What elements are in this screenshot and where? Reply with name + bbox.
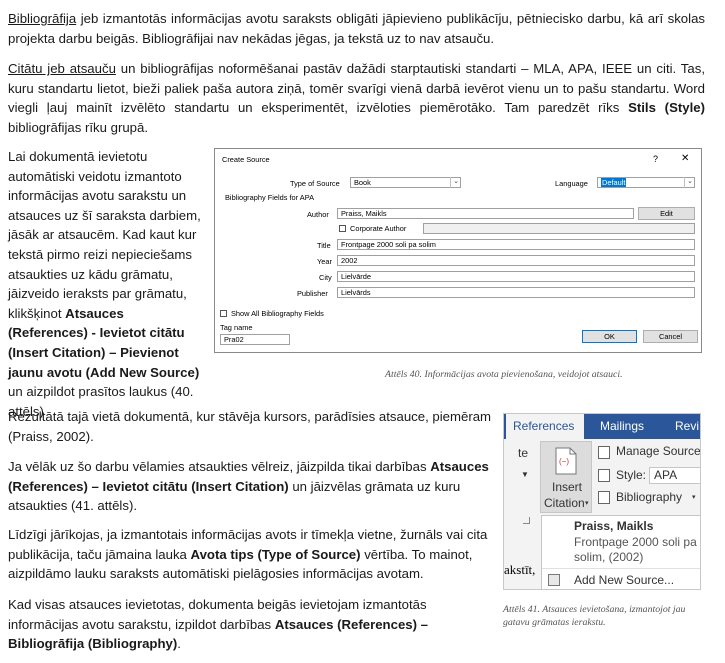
year-field[interactable]: 2002 (337, 255, 695, 266)
publisher-label: Publisher (297, 289, 328, 298)
paragraph-text: jeb izmantotās informācijas avotu saraks… (8, 11, 705, 46)
term-citations: Citātu jeb atsauču (8, 61, 116, 76)
bold-style-tool: Stils (Style) (628, 100, 705, 116)
tab-mailings[interactable]: Mailings (593, 414, 651, 439)
add-source-icon (548, 574, 560, 586)
chevron-down-icon: ▾ (692, 494, 696, 501)
insert-label-line1: Insert (552, 480, 583, 494)
style-value-box[interactable]: APA (649, 467, 700, 484)
paragraph-bibliography-intro: Bibliogrāfija jeb izmantotās informācija… (8, 9, 705, 48)
bibliography-label: Bibliography (616, 490, 683, 504)
paragraph-text: Lai dokumentā ievietotu automātiski veid… (8, 149, 201, 321)
references-ribbon-screenshot: References Mailings Revi te ▼ (−) Insert… (503, 413, 701, 590)
author-label: Author (307, 210, 329, 219)
figure-caption-40: Attēls 40. Informācijas avota pievienoša… (385, 369, 623, 380)
style-value: APA (654, 468, 678, 482)
corporate-author-label: Corporate Author (350, 224, 407, 233)
tab-references[interactable]: References (506, 414, 584, 439)
type-of-source-label: Type of Source (290, 179, 340, 188)
bibliography-icon (598, 491, 610, 504)
source-author: Praiss, Maikls (574, 519, 654, 533)
source-title-line1: Frontpage 2000 soli pa (574, 535, 697, 549)
language-label: Language (555, 179, 588, 188)
paragraph-text: Ja vēlāk uz šo darbu vēlamies atsaukties… (8, 459, 431, 474)
manage-sources-icon (598, 446, 610, 459)
chevron-down-icon[interactable]: ⌄ (684, 177, 695, 188)
ok-button[interactable]: OK (582, 330, 637, 343)
cancel-button[interactable]: Cancel (643, 330, 698, 343)
language-select[interactable]: Default (597, 177, 695, 188)
paragraph-reuse-citation: Ja vēlāk uz šo darbu vēlamies atsaukties… (8, 457, 493, 516)
paragraph-citation-standards: Citātu jeb atsauču un bibliogrāfijas nof… (8, 59, 705, 137)
paragraph-text: . (177, 636, 181, 652)
paragraph-bibliography-insert: Kad visas atsauces ievietotas, dokumenta… (8, 595, 493, 654)
author-value: Praiss, Maikls (341, 209, 387, 218)
title-value: Frontpage 2000 soli pa solim (341, 240, 436, 249)
manage-sources-button[interactable]: Manage Sources (596, 444, 701, 462)
tag-name-label: Tag name (220, 323, 253, 332)
svg-text:(−): (−) (559, 457, 569, 466)
language-value: Default (601, 178, 627, 187)
expand-icon (523, 517, 530, 524)
edit-author-button[interactable]: Edit (638, 207, 695, 220)
figure-caption-41: Attēls 41. Atsauces ievietošana, izmanto… (503, 604, 686, 628)
type-of-source-value: Book (354, 178, 371, 187)
fields-heading: Bibliography Fields for APA (225, 193, 315, 202)
left-fragment-top: te (518, 446, 529, 460)
insert-label-line2: Citation (544, 496, 585, 510)
tag-name-field[interactable]: Pra02 (220, 334, 290, 345)
help-button[interactable]: ? (653, 154, 658, 164)
left-fragment-bottom: akstīt, (504, 562, 536, 577)
year-label: Year (317, 257, 332, 266)
year-value: 2002 (341, 256, 358, 265)
style-label: Style: (616, 468, 647, 482)
city-label: City (319, 273, 332, 282)
bibliography-button[interactable]: Bibliography ▾ (596, 489, 700, 507)
paragraph-text: Rezultātā tajā vietā dokumentā, kur stāv… (8, 409, 492, 444)
title-field[interactable]: Frontpage 2000 soli pa solim (337, 239, 695, 250)
chevron-down-icon: ▼ (521, 470, 529, 479)
chevron-down-icon[interactable]: ⌄ (450, 177, 461, 188)
publisher-field[interactable]: Lielvārds (337, 287, 695, 298)
paragraph-text: bibliogrāfijas rīku grupā. (8, 119, 149, 135)
paragraph-insert-citation: Lai dokumentā ievietotu automātiski veid… (8, 147, 206, 421)
tag-name-value: Pra02 (224, 335, 244, 344)
manage-sources-label: Manage Sources (616, 444, 701, 458)
create-source-dialog: Create Source ? ✕ Type of Source Book ⌄ … (214, 148, 702, 353)
style-icon (598, 469, 610, 482)
chevron-down-icon: ▾ (585, 500, 589, 507)
show-all-fields-label: Show All Bibliography Fields (231, 309, 324, 318)
style-select[interactable]: Style: APA (596, 467, 700, 485)
city-field[interactable]: Lielvārde (337, 271, 695, 282)
city-value: Lielvārde (341, 272, 371, 281)
close-icon[interactable]: ✕ (681, 153, 689, 164)
tab-review[interactable]: Revi (668, 414, 700, 439)
corporate-author-checkbox[interactable] (339, 225, 346, 232)
author-field[interactable]: Praiss, Maikls (337, 208, 634, 219)
dialog-title: Create Source (222, 155, 270, 164)
term-bibliography: Bibliogrāfija (8, 11, 77, 26)
type-of-source-select[interactable]: Book (350, 177, 461, 188)
show-all-fields-checkbox[interactable] (220, 310, 227, 317)
publisher-value: Lielvārds (341, 288, 371, 297)
paragraph-source-type: Līdzīgi jārīkojas, ja izmantotais inform… (8, 525, 493, 584)
citation-source-item[interactable]: Praiss, Maikls Frontpage 2000 soli pa so… (542, 516, 700, 564)
bold-type-of-source: Avota tips (Type of Source) (190, 546, 361, 562)
add-new-source-label: Add New Source... (574, 573, 675, 587)
insert-citation-button[interactable]: (−) Insert Citation ▾ (540, 441, 592, 513)
add-new-source-item[interactable]: Add New Source... (542, 569, 700, 589)
citation-dropdown: Praiss, Maikls Frontpage 2000 soli pa so… (541, 515, 700, 589)
insert-citation-icon: (−) (555, 447, 577, 475)
corporate-author-field[interactable] (423, 223, 695, 234)
paragraph-result: Rezultātā tajā vietā dokumentā, kur stāv… (8, 407, 493, 446)
source-title-line2: solim, (2002) (574, 550, 644, 564)
title-label: Title (317, 241, 331, 250)
